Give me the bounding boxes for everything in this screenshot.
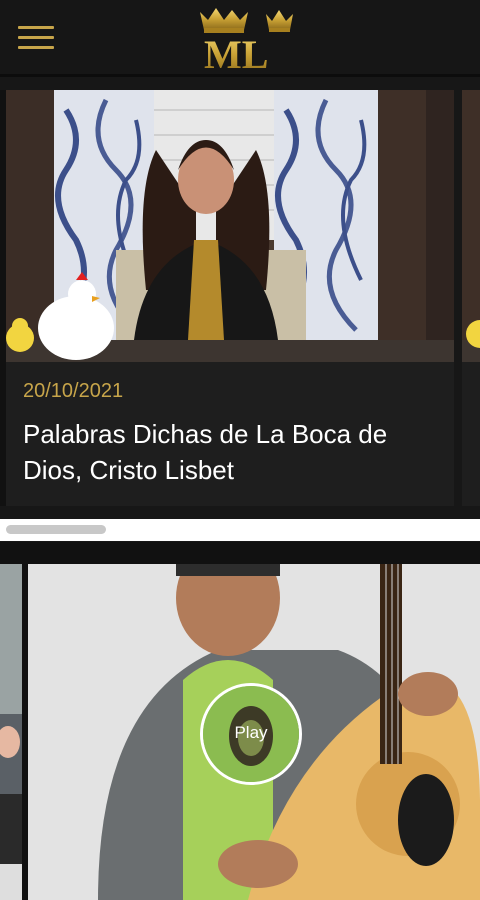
next-card-peek[interactable] (462, 90, 480, 506)
app-header: ML (0, 0, 480, 77)
logo[interactable]: ML (196, 4, 306, 77)
crown-icon: ML (200, 8, 293, 77)
next-card-thumbnail[interactable] (462, 90, 480, 362)
logo-text: ML (204, 32, 268, 72)
previous-card-peek[interactable] (0, 564, 22, 900)
scrollbar-thumb[interactable] (6, 525, 106, 534)
hamburger-menu-icon[interactable] (18, 26, 54, 52)
horizontal-scrollbar[interactable] (0, 519, 480, 541)
featured-video-card[interactable]: 20/10/2021 Palabras Dichas de La Boca de… (6, 90, 454, 506)
play-button[interactable]: Play (200, 683, 302, 785)
play-label: Play (234, 723, 268, 742)
video-title[interactable]: Palabras Dichas de La Boca de Dios, Cris… (23, 416, 443, 488)
featured-carousel[interactable]: 20/10/2021 Palabras Dichas de La Boca de… (0, 90, 480, 508)
video-thumbnail[interactable] (6, 90, 454, 362)
video-date: 20/10/2021 (23, 380, 124, 402)
